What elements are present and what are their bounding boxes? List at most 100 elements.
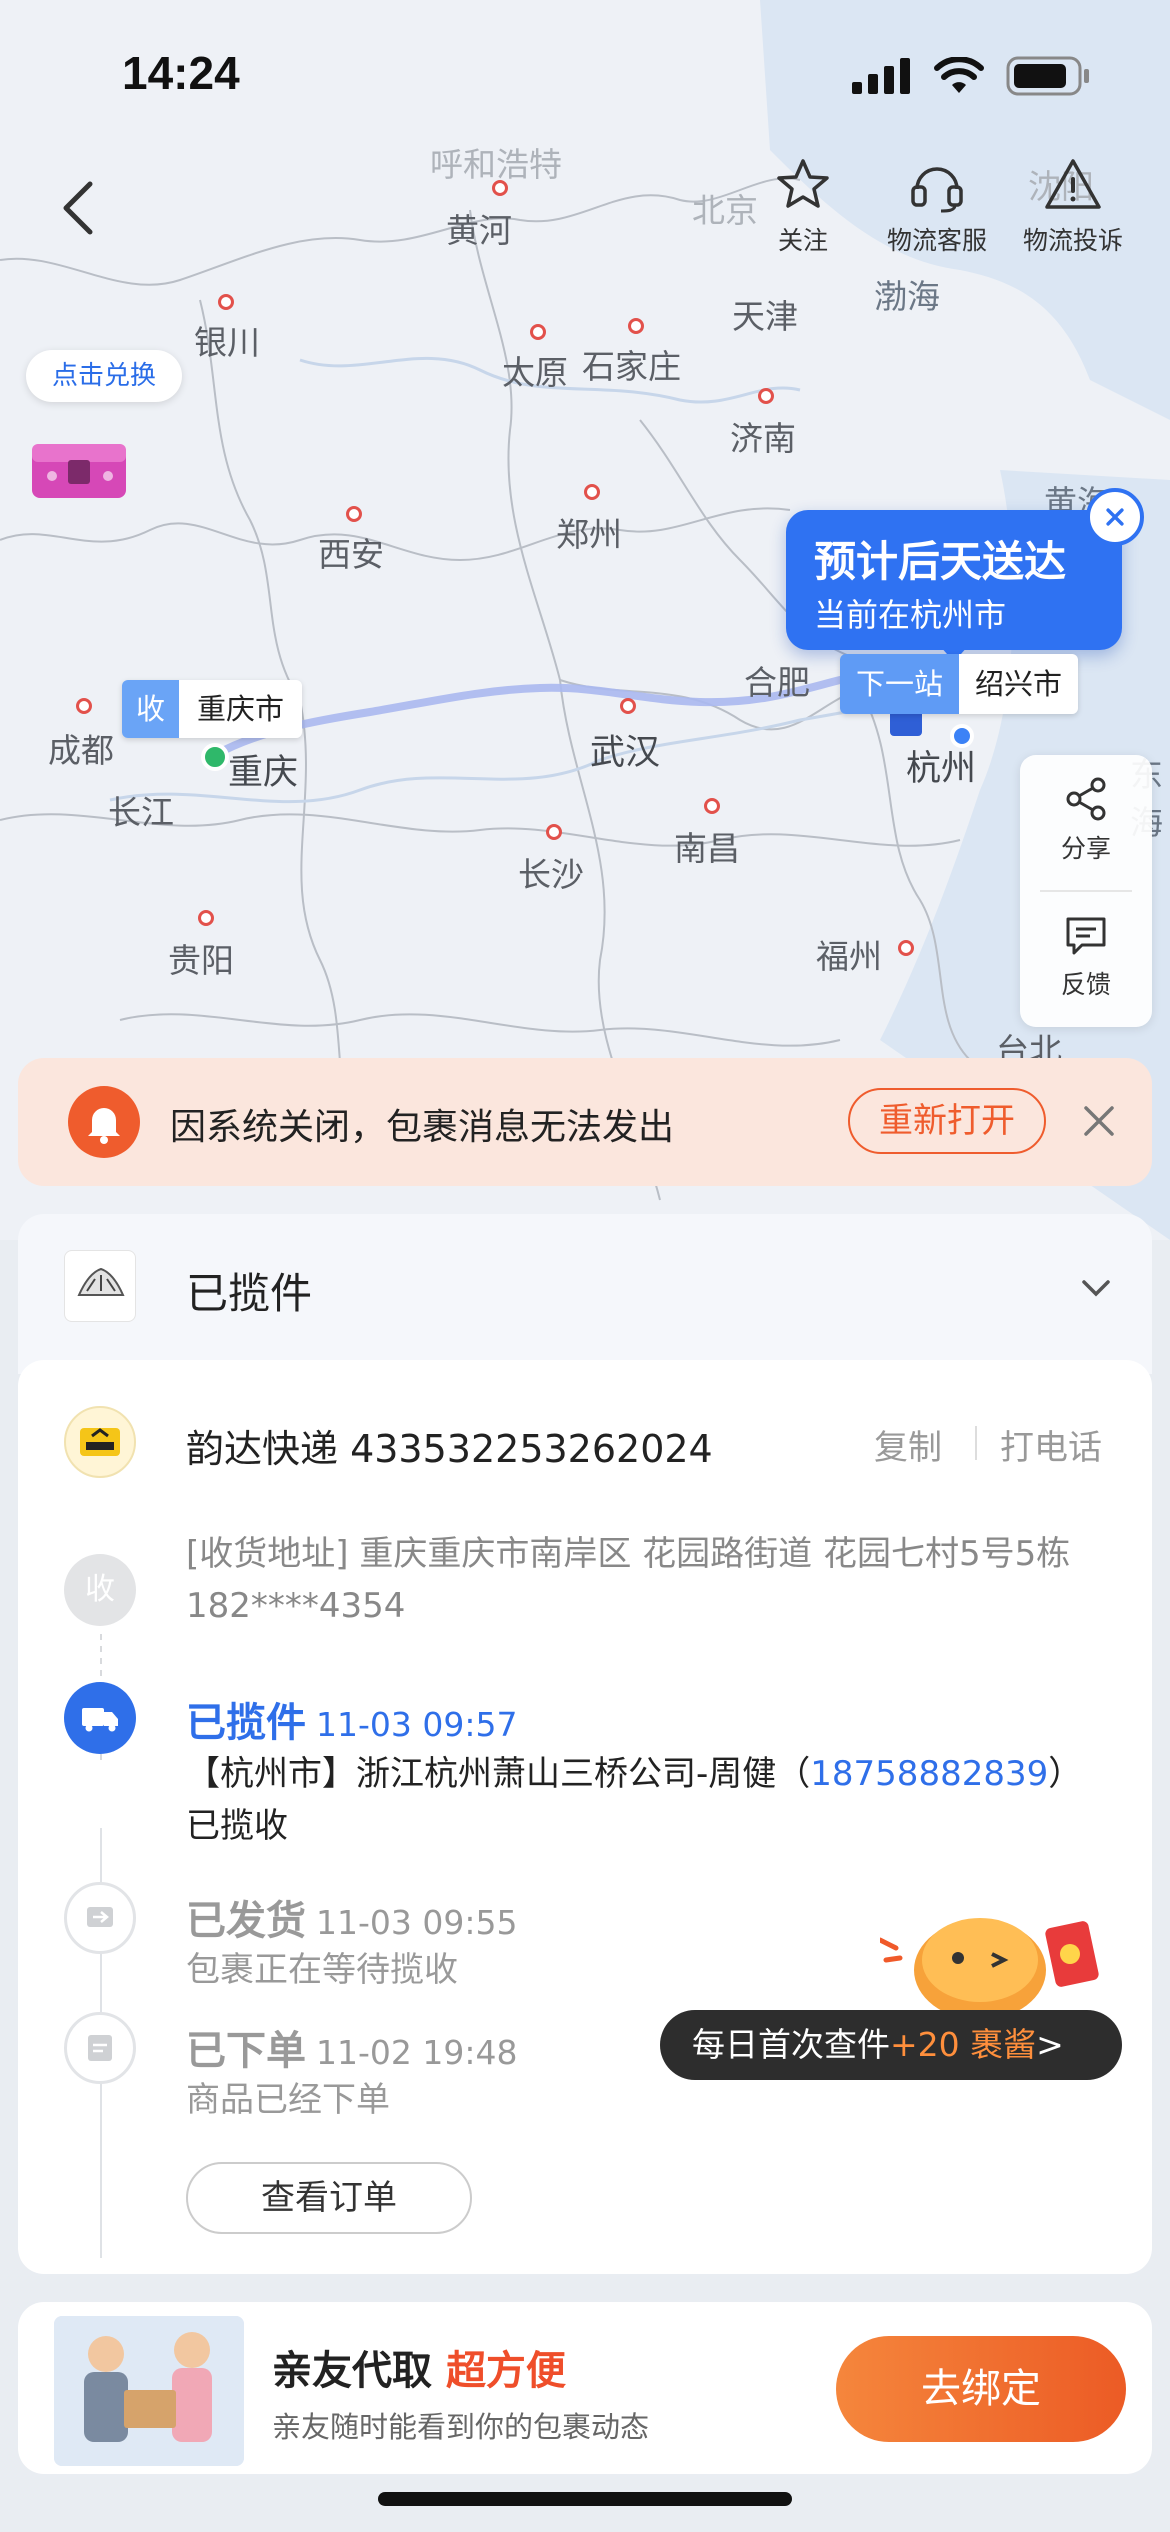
promo-subtitle: 亲友随时能看到你的包裹动态: [272, 2410, 650, 2444]
map-city: 福州: [816, 937, 882, 976]
next-stop-label: 下一站: [840, 654, 960, 714]
reward-arrow: >: [1036, 2025, 1064, 2064]
event-text: 【杭州市】浙江杭州萧山三桥公司-周健（: [186, 1754, 811, 1794]
eta-title: 预计后天送达: [814, 537, 1067, 586]
package-status-title: 已揽件: [186, 1269, 313, 1318]
logistics-service-button[interactable]: 物流客服: [862, 155, 1012, 257]
event-status: 已发货: [186, 1898, 306, 1944]
city-dot: [530, 324, 546, 340]
bind-button[interactable]: 去绑定: [836, 2336, 1126, 2442]
mascot-icon[interactable]: [880, 1900, 1112, 2016]
bell-icon: [68, 1086, 140, 1158]
map-city: 济南: [730, 419, 796, 458]
home-indicator[interactable]: [378, 2492, 792, 2506]
view-order-button[interactable]: 查看订单: [186, 2162, 472, 2234]
back-button[interactable]: [50, 172, 110, 242]
friend-pickup-banner[interactable]: 亲友代取 超方便 亲友随时能看到你的包裹动态 去绑定: [18, 2302, 1152, 2474]
notice-message: 因系统关闭，包裹消息无法发出: [170, 1107, 675, 1148]
city-dot: [218, 294, 234, 310]
close-callout-button[interactable]: [1086, 488, 1144, 546]
close-notice-button[interactable]: [1076, 1098, 1122, 1144]
share-button[interactable]: 分享: [1020, 755, 1152, 891]
carrier-logo: [64, 1406, 136, 1478]
product-thumbnail: [64, 1250, 136, 1322]
delivery-address: [收货地址] 重庆重庆市南岸区 花园路街道 花园七村5号5栋 182****43…: [186, 1534, 1071, 1626]
map-river: 长江: [108, 793, 174, 832]
map-city: 石家庄: [582, 347, 681, 386]
map-city: 南昌: [674, 829, 740, 868]
status-icons: [852, 56, 1090, 96]
tracking-detail-card: 韵达快递 433532253262024 复制 打电话 收 [收货地址] 重庆重…: [18, 1360, 1152, 2274]
complaint-label: 物流投诉: [1022, 226, 1123, 255]
eta-current-location: 当前在杭州市: [814, 596, 1007, 634]
city-dot: [492, 180, 508, 196]
feedback-icon: [1066, 917, 1106, 955]
receiver-label: 收: [122, 680, 180, 738]
star-icon: [777, 159, 829, 208]
follow-label: 关注: [777, 226, 828, 255]
friend-pickup-illustration: [54, 2316, 244, 2466]
chevron-down-icon[interactable]: [1078, 1270, 1114, 1306]
wifi-icon: [934, 57, 984, 93]
event-time: 11-03 09:57: [316, 1705, 518, 1744]
status-time: 14:24: [122, 47, 240, 99]
map-city: 银川: [194, 323, 260, 362]
event-status: 已下单: [186, 2028, 306, 2074]
logistics-complaint-button[interactable]: 物流投诉: [998, 155, 1148, 257]
event-title: 已下单 11-02 19:48: [186, 2018, 517, 2076]
reward-amount: +20 裹酱: [890, 2025, 1037, 2064]
map-city: 合肥: [744, 663, 810, 702]
city-dot: [758, 388, 774, 404]
eta-callout[interactable]: 预计后天送达 当前在杭州市: [786, 510, 1122, 650]
event-time: 11-02 19:48: [316, 2033, 518, 2072]
receiver-tag: 收 重庆市: [122, 680, 303, 738]
map-side-panel: 分享 反馈: [1020, 755, 1152, 1027]
map-city: 黄河: [446, 211, 512, 250]
reopen-button[interactable]: 重新打开: [848, 1088, 1046, 1154]
map-city: 成都: [48, 731, 114, 770]
shipped-icon: [64, 1882, 136, 1954]
promo-title-highlight: 超方便: [445, 2348, 566, 2394]
courier-phone-link[interactable]: 18758882839: [810, 1754, 1048, 1794]
map-city: 西安: [318, 535, 384, 574]
divider: [975, 1426, 977, 1460]
logistics-map[interactable]: 呼和浩特 黄河 北京 沈阳 银川 天津 渤海 太原 石家庄 济南 西安 郑州 黄…: [0, 0, 1170, 1240]
promo-title: 亲友代取 超方便: [272, 2338, 566, 2396]
city-dot: [628, 318, 644, 334]
city-dot: [704, 798, 720, 814]
event-title: 已揽件 11-03 09:57: [186, 1690, 517, 1748]
map-city: 贵阳: [168, 941, 234, 980]
follow-button[interactable]: 关注: [728, 155, 878, 257]
share-icon: [1066, 777, 1106, 821]
next-stop-tag: 下一站 绍兴市: [840, 654, 1079, 714]
receiver-city: 重庆市: [179, 680, 303, 738]
share-label: 分享: [1060, 834, 1111, 863]
city-dot: [346, 506, 362, 522]
city-dot: [546, 824, 562, 840]
gift-box-icon[interactable]: [28, 430, 130, 502]
city-dot: [620, 698, 636, 714]
city-dot: [898, 940, 914, 956]
map-sea: 渤海: [874, 277, 940, 316]
map-city: 重庆: [228, 753, 299, 793]
call-button[interactable]: 打电话: [1000, 1420, 1102, 1469]
event-status: 已揽件: [186, 1700, 306, 1746]
next-stop-city: 绍兴市: [959, 654, 1079, 714]
package-status-card[interactable]: 已揽件: [18, 1214, 1152, 1374]
feedback-button[interactable]: 反馈: [1020, 891, 1152, 1027]
warning-icon: [1045, 159, 1101, 209]
event-title: 已发货 11-03 09:55: [186, 1888, 517, 1946]
event-description: 商品已经下单: [186, 2080, 390, 2120]
reward-text: 每日首次查件: [692, 2025, 890, 2064]
map-city: 太原: [502, 353, 568, 392]
service-label: 物流客服: [886, 226, 987, 255]
redeem-button[interactable]: 点击兑换: [26, 350, 182, 402]
signal-icon: [852, 58, 910, 94]
order-icon: [64, 2012, 136, 2084]
daily-reward-pill[interactable]: 每日首次查件+20 裹酱>: [660, 2010, 1122, 2080]
map-city: 长沙: [518, 855, 584, 894]
city-dot: [584, 484, 600, 500]
battery-icon: [1006, 56, 1089, 96]
notification-banner: 因系统关闭，包裹消息无法发出 重新打开: [18, 1058, 1152, 1186]
copy-button[interactable]: 复制: [874, 1420, 942, 1469]
